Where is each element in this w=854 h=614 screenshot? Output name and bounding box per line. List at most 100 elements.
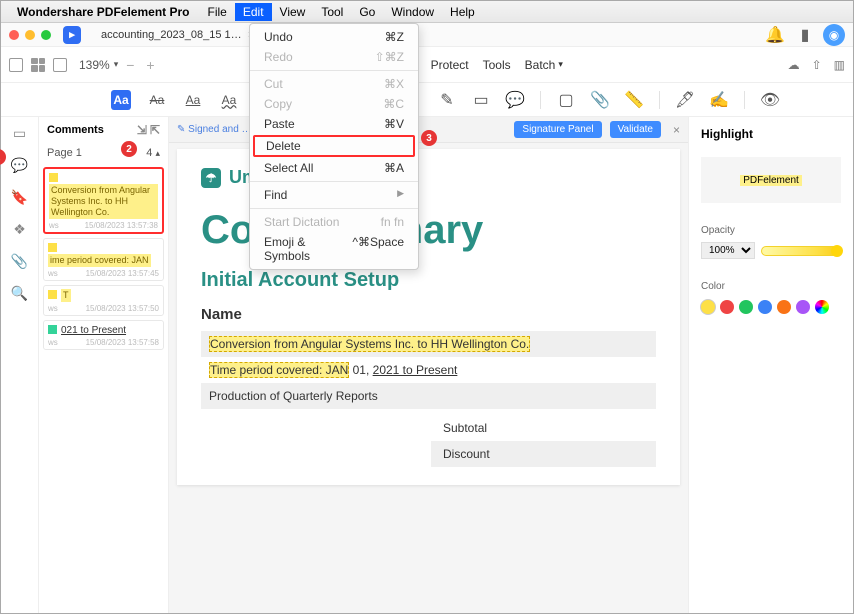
- thumbnail-view-icon[interactable]: [31, 58, 45, 72]
- sigbar-close-icon[interactable]: ×: [673, 123, 680, 137]
- comments-title: Comments: [47, 124, 104, 136]
- main-area: ▭ 💬 1 🔖 ❖ 📎 🔍 Comments ⇲ ⇱ Page 1 2 4 ▴ …: [1, 117, 853, 613]
- dd-emoji[interactable]: Emoji & Symbols^⌘Space: [250, 232, 418, 266]
- menu-view[interactable]: View: [272, 3, 314, 21]
- layers-icon[interactable]: ❖: [12, 221, 28, 237]
- panel-toggle-icon[interactable]: ▥: [834, 58, 845, 72]
- comments-pager[interactable]: Page 1 2 4 ▴: [39, 143, 168, 163]
- window-bar: ▸ accounting_2023_08_15 1… × 🔔 ▮ ◉: [1, 23, 853, 47]
- opacity-slider[interactable]: [761, 246, 841, 256]
- discount-row: Discount: [431, 441, 656, 467]
- note-icon[interactable]: ▭: [472, 91, 490, 109]
- dd-find[interactable]: Find: [250, 185, 418, 205]
- signature-panel-button[interactable]: Signature Panel: [514, 121, 601, 138]
- zoom-out-button[interactable]: −: [122, 57, 138, 73]
- search-icon[interactable]: 🔍: [12, 285, 28, 301]
- attachment-icon[interactable]: 📎: [591, 91, 609, 109]
- share-icon[interactable]: ⇧: [812, 58, 822, 72]
- traffic-lights[interactable]: [9, 30, 51, 40]
- dd-redo: Redo⇧⌘Z: [250, 47, 418, 67]
- page-thumb-icon[interactable]: ▭: [12, 125, 28, 141]
- import-comments-icon[interactable]: ⇲: [137, 123, 147, 137]
- phone-icon[interactable]: ▮: [793, 23, 817, 47]
- doc-row-1[interactable]: Conversion from Angular Systems Inc. to …: [201, 331, 656, 357]
- comment-card[interactable]: 021 to Presentws15/08/2023 13:57:58: [43, 320, 164, 350]
- format-panel: Highlight PDFelement Opacity 100% Color: [688, 117, 853, 613]
- color-swatch[interactable]: [815, 300, 829, 314]
- color-swatch[interactable]: [720, 300, 734, 314]
- doc-row-3[interactable]: Production of Quarterly Reports: [201, 383, 656, 409]
- comments-panel: Comments ⇲ ⇱ Page 1 2 4 ▴ Conversion fro…: [39, 117, 169, 613]
- highlight-preview: PDFelement: [701, 157, 841, 203]
- highlight-tool-icon[interactable]: Aa: [111, 90, 131, 110]
- bookmark-icon[interactable]: 🔖: [12, 189, 28, 205]
- menu-tool[interactable]: Tool: [313, 3, 351, 21]
- document-area: Signed and … Signature Panel Validate × …: [169, 117, 688, 613]
- zoom-control[interactable]: 139% ▾ − +: [79, 57, 159, 73]
- callout-1: 1: [0, 149, 6, 165]
- color-swatch[interactable]: [796, 300, 810, 314]
- squiggly-tool-icon[interactable]: Aa: [219, 90, 239, 110]
- chevron-down-icon[interactable]: ▾: [114, 59, 119, 70]
- tools-menu[interactable]: Tools: [483, 58, 511, 72]
- doc-row-2[interactable]: Time period covered: JAN 01, 2021 to Pre…: [201, 357, 656, 383]
- menu-go[interactable]: Go: [351, 3, 383, 21]
- cloud-icon[interactable]: ☁: [788, 58, 800, 72]
- batch-menu[interactable]: Batch▾: [525, 58, 563, 72]
- app-name: Wondershare PDFelement Pro: [17, 5, 190, 19]
- close-window-icon[interactable]: [9, 30, 19, 40]
- comment-card[interactable]: Conversion from Angular Systems Inc. to …: [43, 167, 164, 234]
- stamp-icon[interactable]: 🖋: [676, 91, 694, 109]
- color-swatches: [701, 300, 841, 314]
- text-callout-icon[interactable]: ✎: [438, 91, 456, 109]
- bell-icon[interactable]: 🔔: [763, 23, 787, 47]
- tab-title: accounting_2023_08_15 1…: [101, 29, 242, 41]
- comments-rail-icon[interactable]: 💬 1: [12, 157, 28, 173]
- color-swatch[interactable]: [739, 300, 753, 314]
- sidebar-toggle-icon[interactable]: [9, 58, 23, 72]
- zoom-in-button[interactable]: +: [142, 57, 158, 73]
- opacity-label: Opacity: [701, 225, 841, 236]
- comment-icon[interactable]: 💬: [506, 91, 524, 109]
- export-comments-icon[interactable]: ⇱: [150, 123, 160, 137]
- minimize-window-icon[interactable]: [25, 30, 35, 40]
- color-label: Color: [701, 281, 841, 292]
- comment-card[interactable]: ime period covered: JANws15/08/2023 13:5…: [43, 238, 164, 281]
- comment-card[interactable]: Tws15/08/2023 13:57:50: [43, 285, 164, 316]
- left-rail: ▭ 💬 1 🔖 ❖ 📎 🔍: [1, 117, 39, 613]
- menu-help[interactable]: Help: [442, 3, 483, 21]
- color-swatch[interactable]: [701, 300, 715, 314]
- dd-copy: Copy⌘C: [250, 94, 418, 114]
- menu-edit[interactable]: Edit: [235, 3, 272, 21]
- underline-tool-icon[interactable]: Aa: [183, 90, 203, 110]
- opacity-select[interactable]: 100%: [701, 242, 755, 259]
- avatar[interactable]: ◉: [823, 24, 845, 46]
- shape-rect-icon[interactable]: ▢: [557, 91, 575, 109]
- toolbar: 139% ▾ − + Protect Tools Batch▾ ☁ ⇧ ▥: [1, 47, 853, 83]
- menu-window[interactable]: Window: [383, 3, 442, 21]
- dd-delete[interactable]: Delete: [253, 135, 415, 157]
- subtotal-row: Subtotal: [431, 415, 656, 441]
- maximize-window-icon[interactable]: [41, 30, 51, 40]
- color-swatch[interactable]: [758, 300, 772, 314]
- dd-paste[interactable]: Paste⌘V: [250, 114, 418, 134]
- menu-file[interactable]: File: [200, 3, 235, 21]
- clip-icon[interactable]: 📎: [12, 253, 28, 269]
- umbrella-logo-icon: ☂: [201, 168, 221, 188]
- protect-menu[interactable]: Protect: [431, 58, 469, 72]
- validate-button[interactable]: Validate: [610, 121, 661, 138]
- page-view-icon[interactable]: [53, 58, 67, 72]
- edit-dropdown: Undo⌘Z Redo⇧⌘Z Cut⌘X Copy⌘C Paste⌘V Dele…: [249, 23, 419, 270]
- signature-info: Signed and …: [177, 124, 252, 135]
- eye-icon[interactable]: 👁: [761, 91, 779, 109]
- color-swatch[interactable]: [777, 300, 791, 314]
- dd-selectall[interactable]: Select All⌘A: [250, 158, 418, 178]
- signature-icon[interactable]: ✍: [710, 91, 728, 109]
- app-logo-icon[interactable]: ▸: [63, 26, 81, 44]
- callout-3: 3: [421, 130, 437, 146]
- measure-icon[interactable]: 📏: [625, 91, 643, 109]
- document-tab[interactable]: accounting_2023_08_15 1… ×: [93, 27, 262, 43]
- annotation-toolbar: Aa Aa Aa Aa ✎ ▭ 💬 ▢ 📎 📏 🖋 ✍ 👁: [1, 83, 853, 117]
- strikethrough-tool-icon[interactable]: Aa: [147, 90, 167, 110]
- dd-undo[interactable]: Undo⌘Z: [250, 27, 418, 47]
